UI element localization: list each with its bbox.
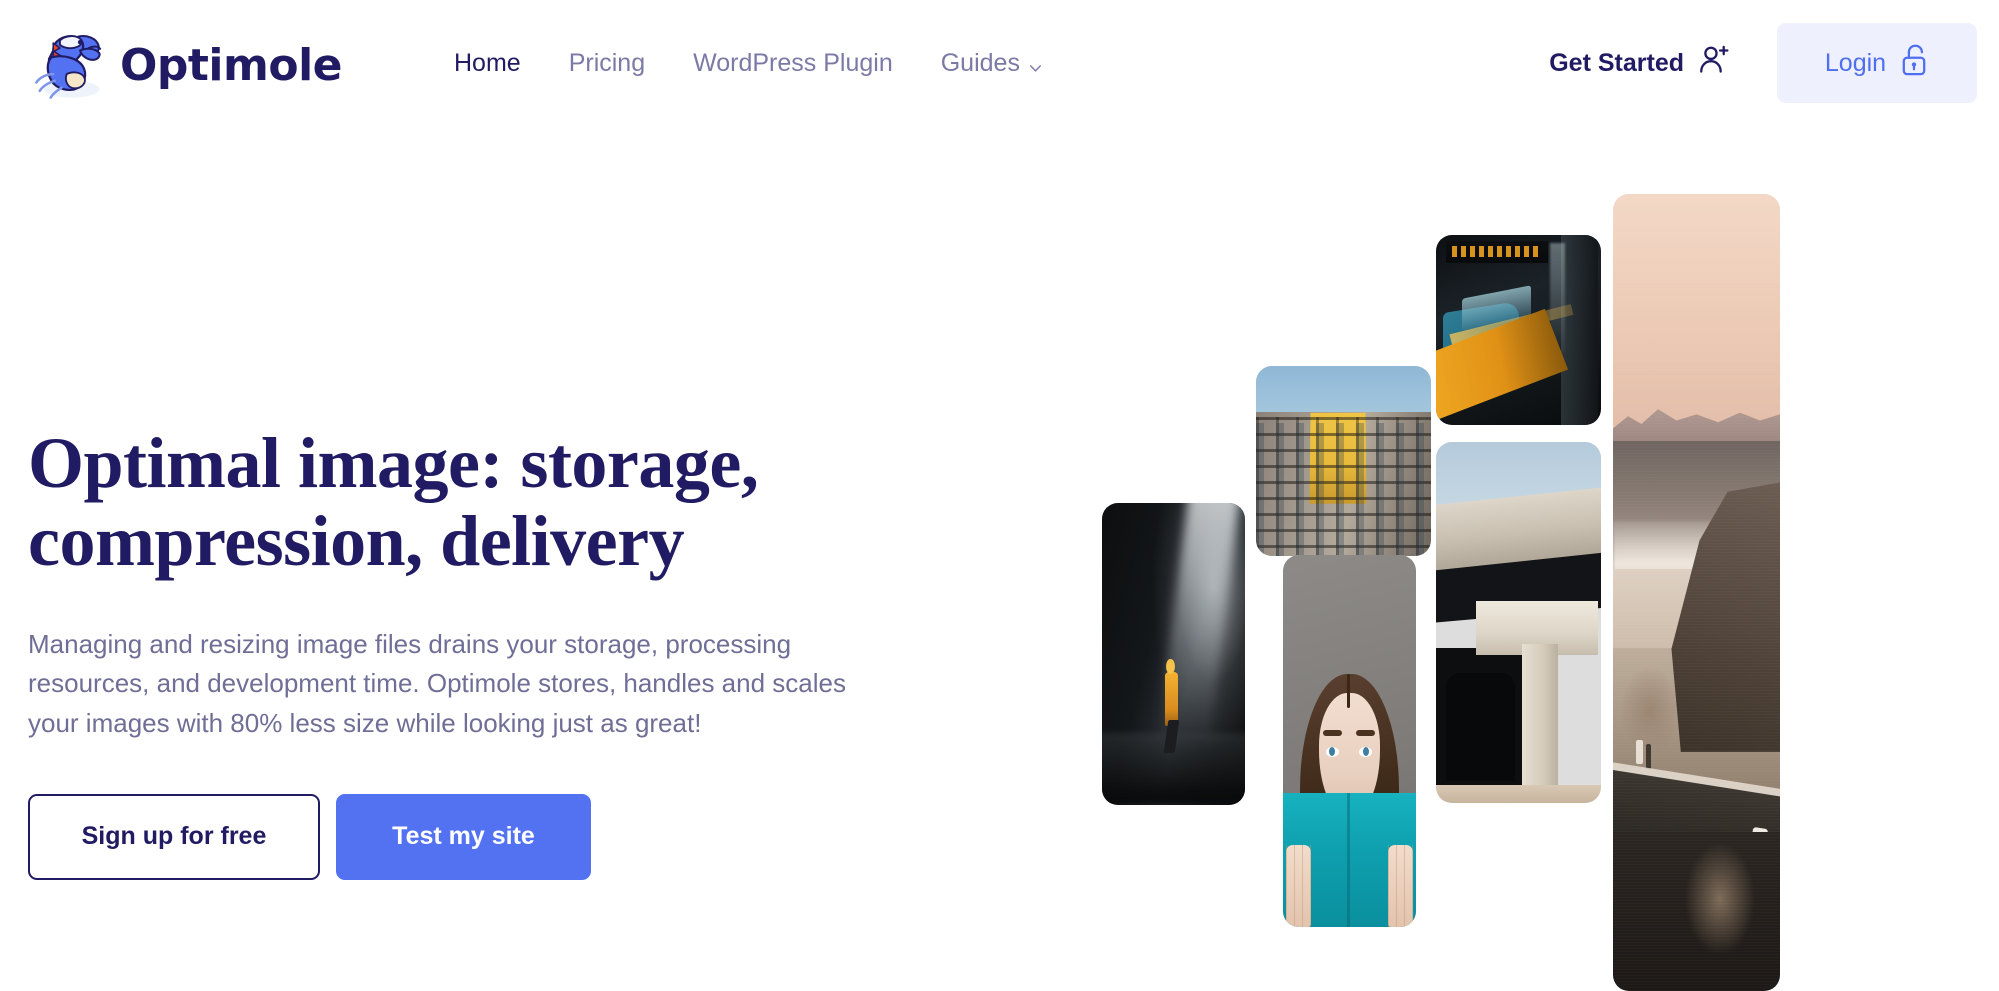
woman-eye-right <box>1358 746 1373 757</box>
photo-card-coastal-beach <box>1613 194 1780 991</box>
bridge-arch-opening <box>1445 673 1516 782</box>
nav-item-pricing-label: Pricing <box>568 48 646 77</box>
photo-card-cave-hiker <box>1102 503 1245 805</box>
woman-photo-body <box>1283 555 1416 927</box>
login-label: Login <box>1824 48 1887 77</box>
brand-name: Optimole <box>120 40 343 91</box>
woman-eyebrow-left <box>1322 729 1342 736</box>
get-started-link[interactable]: Get Started <box>1549 43 1777 84</box>
photo-card-subway-train <box>1436 235 1601 425</box>
woman-hair-part <box>1346 674 1351 708</box>
chevron-down-icon <box>1029 55 1042 72</box>
building-photo-body <box>1256 366 1431 556</box>
unlocked-padlock-icon <box>1899 43 1929 84</box>
hero-image-collage <box>1080 180 1999 991</box>
photo-card-woman-with-book <box>1283 555 1416 927</box>
hero-title-line-2: compression, delivery <box>28 500 685 581</box>
login-button[interactable]: Login <box>1777 23 1977 103</box>
woman-eye-left <box>1325 746 1339 757</box>
beach-sky <box>1613 194 1780 434</box>
hiker-head <box>1166 658 1175 674</box>
nav-item-pricing[interactable]: Pricing <box>545 48 669 77</box>
woman-eyebrow-right <box>1356 729 1375 736</box>
bridge-photo-body <box>1436 442 1601 803</box>
station-led-sign <box>1445 240 1549 264</box>
nav-item-guides-label: Guides <box>940 48 1020 77</box>
brand-logo-link[interactable]: Optimole <box>28 16 343 112</box>
hiker-yellow-jacket <box>1164 672 1178 727</box>
beach-foreground-rocks <box>1613 831 1780 991</box>
hero-title-line-1: Optimal image: storage, <box>28 423 759 503</box>
beach-photo-body <box>1613 194 1780 991</box>
nav-item-wordpress-plugin-label: WordPress Plugin <box>693 48 893 77</box>
test-my-site-button[interactable]: Test my site <box>336 793 591 880</box>
beach-person-a <box>1636 739 1644 764</box>
train-photo-body <box>1436 235 1601 425</box>
nav-item-home[interactable]: Home <box>430 48 545 77</box>
woman-hand-left <box>1285 845 1312 927</box>
optimole-mole-logo-icon <box>28 22 112 106</box>
beach-person-b <box>1646 743 1652 770</box>
get-started-label: Get Started <box>1549 48 1684 77</box>
bridge-column <box>1521 644 1559 803</box>
hero-title: Optimal image: storage, compression, del… <box>28 423 888 581</box>
nav-item-wordpress-plugin[interactable]: WordPress Plugin <box>669 48 917 77</box>
photo-card-building-facade <box>1256 366 1431 556</box>
cave-photo-body <box>1102 503 1245 805</box>
hero-subtitle: Managing and resizing image files drains… <box>28 628 846 739</box>
sign-up-for-free-button[interactable]: Sign up for free <box>28 793 320 880</box>
woman-hand-right <box>1388 845 1414 927</box>
landing-page: Optimole Home Pricing WordPress Plugin G… <box>0 0 1999 991</box>
nav-item-guides[interactable]: Guides <box>917 48 1066 77</box>
photo-card-overpass-bridge <box>1436 442 1601 803</box>
primary-navigation: Home Pricing WordPress Plugin Guides <box>430 0 1066 126</box>
header-actions: Get Started Login <box>1549 0 1977 126</box>
site-header: Optimole Home Pricing WordPress Plugin G… <box>0 0 1999 126</box>
nav-item-home-label: Home <box>454 48 521 77</box>
station-pillar <box>1561 235 1598 425</box>
user-plus-icon <box>1697 43 1731 84</box>
building-window-glass <box>1256 423 1431 556</box>
bridge-ground <box>1436 784 1601 803</box>
hero-cta-group: Sign up for free Test my site <box>28 793 888 880</box>
hero-section: Optimal image: storage, compression, del… <box>28 423 888 880</box>
